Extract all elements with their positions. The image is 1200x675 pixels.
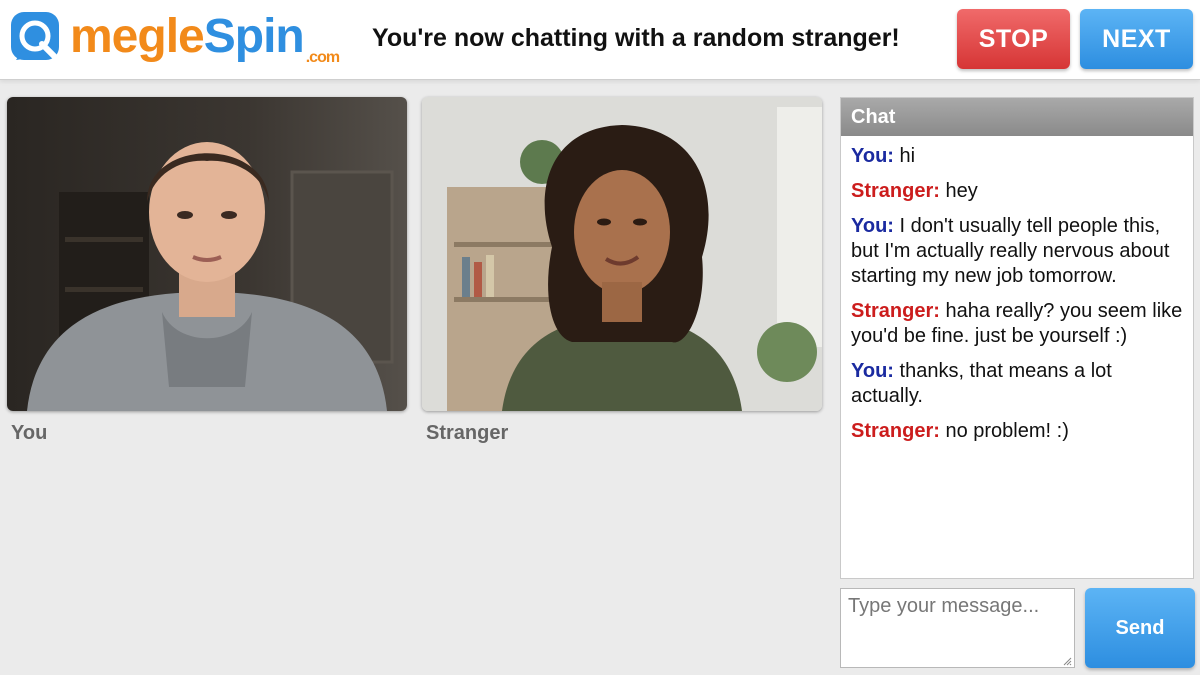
chat-message: Stranger: hey	[851, 179, 1183, 204]
message-text: hey	[945, 180, 978, 202]
message-text: no problem! :)	[945, 420, 1069, 442]
your-video-label: You	[11, 422, 48, 444]
logo-suffix: .com	[305, 49, 340, 66]
message-sender: You:	[851, 360, 894, 382]
message-sender: You:	[851, 215, 894, 237]
logo-part-megle: megle	[70, 10, 205, 63]
chat-message: You: hi	[851, 144, 1183, 169]
stranger-webcam-image	[422, 97, 822, 411]
top-bar: megleSpin .com You're now chatting with a…	[0, 0, 1200, 80]
resize-grip-icon[interactable]	[1062, 656, 1072, 666]
chat-panel: Chat You: hi Stranger: hey You: I don't …	[840, 97, 1194, 579]
next-button[interactable]: NEXT	[1080, 9, 1193, 69]
connection-status: You're now chatting with a random strang…	[372, 24, 900, 52]
message-sender: You:	[851, 145, 894, 167]
chat-message: You: thanks, that means a lot actually.	[851, 359, 1183, 409]
message-input[interactable]	[840, 588, 1075, 668]
site-logo[interactable]: megleSpin .com	[8, 6, 340, 68]
message-text: I don't usually tell people this, but I'…	[851, 215, 1170, 287]
message-sender: Stranger:	[851, 180, 940, 202]
your-video-feed	[7, 97, 407, 411]
chat-message: Stranger: haha really? you seem like you…	[851, 299, 1183, 349]
chat-title: Chat	[841, 98, 1193, 136]
chat-message: You: I don't usually tell people this, b…	[851, 214, 1183, 289]
stranger-video-label: Stranger	[426, 422, 509, 444]
chat-bubble-logo-icon	[11, 12, 59, 60]
stop-button[interactable]: STOP	[957, 9, 1070, 69]
your-webcam-image	[7, 97, 407, 411]
chat-log[interactable]: You: hi Stranger: hey You: I don't usual…	[841, 136, 1193, 462]
logo-wordmark: megleSpin .com	[70, 10, 340, 66]
chat-message: Stranger: no problem! :)	[851, 419, 1183, 444]
message-sender: Stranger:	[851, 420, 940, 442]
message-sender: Stranger:	[851, 300, 940, 322]
send-button[interactable]: Send	[1085, 588, 1195, 668]
stranger-video-feed	[422, 97, 822, 411]
logo-part-spin: Spin	[203, 10, 305, 63]
message-text: hi	[899, 145, 916, 167]
